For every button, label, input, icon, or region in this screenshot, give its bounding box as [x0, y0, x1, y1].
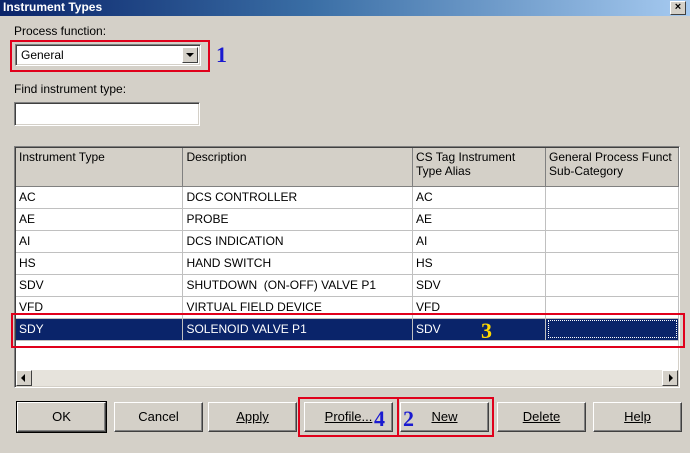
cell-sub-category[interactable]	[545, 274, 679, 297]
annotation-box-3	[11, 313, 685, 348]
ok-button[interactable]: OK	[16, 401, 107, 433]
cancel-button[interactable]: Cancel	[114, 402, 203, 432]
cell-sub-category[interactable]	[545, 230, 679, 253]
cell-instrument-type[interactable]: HS	[16, 252, 184, 275]
help-button[interactable]: Help	[593, 402, 682, 432]
cell-alias[interactable]: AC	[412, 186, 547, 209]
cell-instrument-type[interactable]: AE	[16, 208, 184, 231]
find-instrument-type-label: Find instrument type:	[14, 82, 127, 96]
delete-button[interactable]: Delete	[497, 402, 586, 432]
horizontal-scrollbar[interactable]	[16, 370, 678, 386]
annotation-number-3: 3	[481, 318, 492, 343]
cell-instrument-type[interactable]: AI	[16, 230, 184, 253]
grid-header-row: Instrument Type Description CS Tag Instr…	[16, 148, 679, 187]
title-bar: Instrument Types ×	[0, 0, 690, 16]
table-row[interactable]: HS HAND SWITCH HS	[16, 252, 679, 275]
cell-sub-category[interactable]	[545, 186, 679, 209]
cell-description[interactable]: PROBE	[182, 208, 413, 231]
annotation-number-4: 4	[374, 406, 385, 431]
cell-alias[interactable]: SDV	[412, 274, 547, 297]
table-row[interactable]: AE PROBE AE	[16, 208, 679, 231]
cell-sub-category[interactable]	[545, 208, 679, 231]
cell-instrument-type[interactable]: AC	[16, 186, 184, 209]
scroll-right-icon[interactable]	[662, 370, 678, 386]
find-instrument-type-input[interactable]	[14, 102, 200, 126]
cell-alias[interactable]: HS	[412, 252, 547, 275]
cell-description[interactable]: DCS CONTROLLER	[182, 186, 413, 209]
instrument-types-grid: Instrument Type Description CS Tag Instr…	[14, 146, 680, 388]
annotation-box-1	[10, 40, 210, 72]
cell-sub-category[interactable]	[545, 252, 679, 275]
apply-button[interactable]: Apply	[208, 402, 297, 432]
annotation-number-2: 2	[403, 406, 414, 431]
window-title: Instrument Types	[3, 0, 103, 14]
column-header-description[interactable]: Description	[182, 148, 413, 187]
cell-alias[interactable]: AE	[412, 208, 547, 231]
close-button[interactable]: ×	[670, 1, 686, 15]
column-header-sub-category[interactable]: General Process Funct Sub-Category	[545, 148, 679, 187]
cell-alias[interactable]: AI	[412, 230, 547, 253]
table-row[interactable]: AC DCS CONTROLLER AC	[16, 186, 679, 209]
table-row[interactable]: SDV SHUTDOWN (ON-OFF) VALVE P1 SDV	[16, 274, 679, 297]
column-header-cs-tag-alias[interactable]: CS Tag Instrument Type Alias	[412, 148, 547, 187]
table-row[interactable]: AI DCS INDICATION AI	[16, 230, 679, 253]
cell-instrument-type[interactable]: SDV	[16, 274, 184, 297]
cell-description[interactable]: DCS INDICATION	[182, 230, 413, 253]
column-header-instrument-type[interactable]: Instrument Type	[16, 148, 184, 187]
cell-description[interactable]: SHUTDOWN (ON-OFF) VALVE P1	[182, 274, 413, 297]
annotation-number-1: 1	[216, 42, 227, 67]
scroll-left-icon[interactable]	[16, 370, 32, 386]
cell-description[interactable]: HAND SWITCH	[182, 252, 413, 275]
process-function-label: Process function:	[14, 24, 107, 38]
